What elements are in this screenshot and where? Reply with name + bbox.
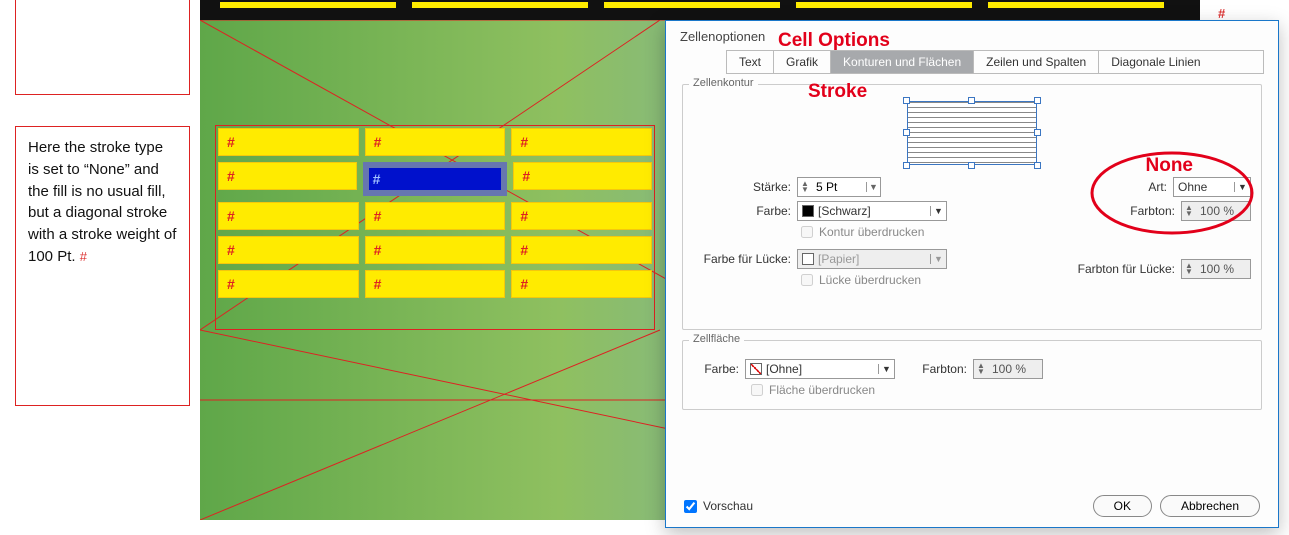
demo-table[interactable]: ############### (218, 128, 652, 304)
tab-zeilen-und-spalten[interactable]: Zeilen und Spalten (974, 51, 1099, 73)
label-fill-tint: Farbton: (913, 362, 973, 376)
stroke-weight-input[interactable]: ▲▼ ▼ (797, 177, 881, 197)
table-cell[interactable]: # (218, 202, 359, 230)
chevron-down-icon[interactable]: ▼ (878, 364, 894, 374)
fill-color-value: [Ohne] (766, 362, 878, 376)
fill-tint-value (988, 360, 1042, 378)
gap-color-value: [Papier] (818, 252, 930, 266)
table-cell[interactable]: # (365, 128, 506, 156)
table-row: ### (218, 128, 652, 156)
overprint-fill-checkbox (751, 384, 763, 396)
table-cell[interactable]: # (511, 270, 652, 298)
swatch-none-icon (750, 363, 762, 375)
tab-konturen-und-fl-chen[interactable]: Konturen und Flächen (831, 51, 974, 73)
table-row: ### (218, 236, 652, 264)
gap-tint-value (1196, 260, 1250, 278)
table-cell[interactable]: # (365, 270, 506, 298)
table-cell[interactable]: # (218, 128, 359, 156)
fill-tint-input: ▲▼ (973, 359, 1043, 379)
tab-grafik[interactable]: Grafik (774, 51, 831, 73)
group-stroke-label: Zellenkontur (689, 77, 758, 89)
tab-bar: TextGrafikKonturen und FlächenZeilen und… (726, 50, 1264, 74)
tab-diagonale-linien[interactable]: Diagonale Linien (1099, 51, 1212, 73)
overprint-stroke-checkbox (801, 226, 813, 238)
table-cell[interactable]: # (511, 202, 652, 230)
table-cell[interactable]: # (218, 162, 357, 190)
swatch-icon (802, 253, 814, 265)
dialog-title: Zellenoptionen (666, 21, 1278, 50)
table-row: ### (218, 270, 652, 298)
cell-options-dialog: Zellenoptionen TextGrafikKonturen und Fl… (665, 20, 1279, 528)
description-hash: # (80, 249, 87, 264)
overprint-stroke-label: Kontur überdrucken (819, 225, 924, 239)
overprint-gap-label: Lücke überdrucken (819, 273, 921, 287)
swatch-icon (802, 205, 814, 217)
overprint-gap-checkbox (801, 274, 813, 286)
top-table-fragment (200, 0, 1200, 20)
label-fill-color: Farbe: (695, 362, 745, 376)
group-fill-label: Zellfläche (689, 333, 744, 345)
stepper-icon: ▲▼ (1182, 262, 1196, 276)
table-cell[interactable]: # (218, 236, 359, 264)
stroke-color-value: [Schwarz] (818, 204, 930, 218)
description-frame: Here the stroke type is set to “None” an… (15, 126, 190, 406)
preview-checkbox[interactable] (684, 500, 697, 513)
chevron-down-icon[interactable]: ▼ (866, 182, 880, 192)
table-cell[interactable]: # (513, 162, 652, 190)
cancel-button[interactable]: Abbrechen (1160, 495, 1260, 517)
gap-color-select: [Papier] ▼ (797, 249, 947, 269)
stroke-color-select[interactable]: [Schwarz] ▼ (797, 201, 947, 221)
description-text: Here the stroke type is set to “None” an… (28, 139, 176, 265)
stepper-icon[interactable]: ▲▼ (798, 180, 812, 194)
empty-text-frame (15, 0, 190, 95)
label-stroke-color: Farbe: (691, 204, 797, 218)
gap-tint-input: ▲▼ (1181, 259, 1251, 279)
overset-marker: # (1218, 6, 1225, 21)
overprint-fill-label: Fläche überdrucken (769, 383, 875, 397)
fill-color-select[interactable]: [Ohne] ▼ (745, 359, 895, 379)
table-cell[interactable]: # (365, 202, 506, 230)
annotation-stroke: Stroke (808, 81, 867, 103)
preview-label: Vorschau (703, 499, 753, 513)
table-cell[interactable]: # (511, 128, 652, 156)
ok-button[interactable]: OK (1093, 495, 1152, 517)
dialog-button-bar: Vorschau OK Abbrechen (666, 495, 1278, 517)
annotation-none-ellipse (1087, 147, 1257, 239)
selected-cell[interactable]: # (363, 162, 508, 196)
preview-toggle[interactable]: Vorschau (684, 499, 753, 513)
chevron-down-icon[interactable]: ▼ (930, 206, 946, 216)
stroke-weight-value[interactable] (812, 178, 866, 196)
label-gap-tint: Farbton für Lücke: (1071, 262, 1181, 276)
table-row: ### (218, 202, 652, 230)
table-row: ### (218, 162, 652, 196)
table-cell[interactable]: # (511, 236, 652, 264)
table-cell[interactable]: # (218, 270, 359, 298)
label-gap-color: Farbe für Lücke: (691, 252, 797, 266)
tab-text[interactable]: Text (727, 51, 774, 73)
label-weight: Stärke: (691, 180, 797, 194)
annotation-cell-options: Cell Options (778, 30, 890, 52)
chevron-down-icon: ▼ (930, 254, 946, 264)
stroke-preview-proxy[interactable] (907, 101, 1037, 165)
table-cell[interactable]: # (365, 236, 506, 264)
stepper-icon: ▲▼ (974, 362, 988, 376)
